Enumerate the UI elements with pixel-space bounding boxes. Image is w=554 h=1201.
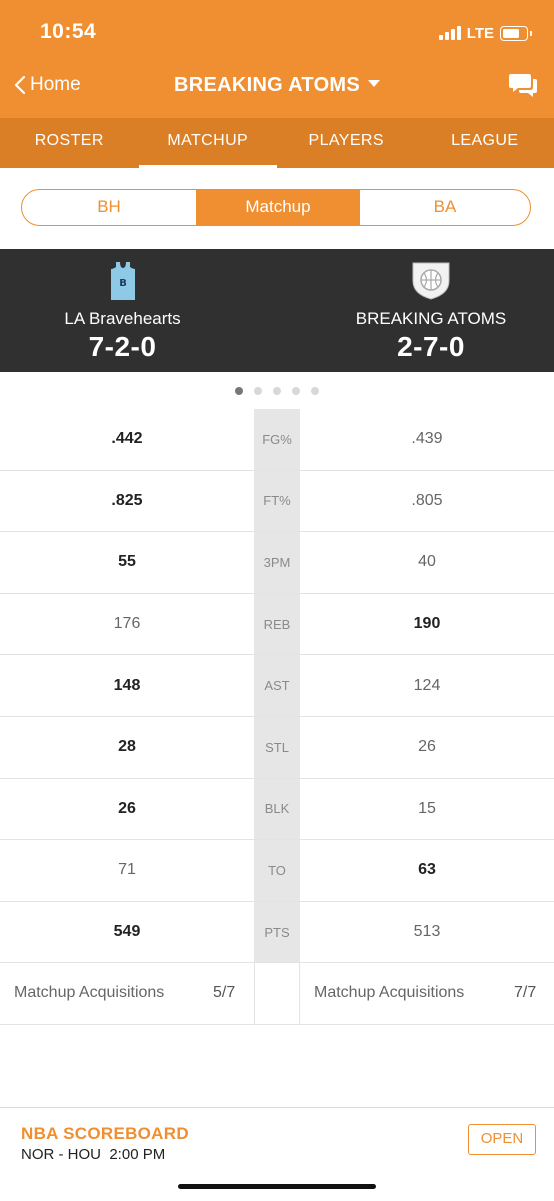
stat-row-3pm: 55 3PM 40 — [0, 532, 554, 594]
left-team-name: LA Bravehearts — [0, 309, 245, 329]
left-team-record: 7-2-0 — [0, 331, 245, 363]
right-stat-value: 40 — [300, 532, 554, 593]
team-banner: B LA Bravehearts 7-2-0 BREAKING ATOMS 2-… — [0, 249, 554, 372]
tab-league[interactable]: LEAGUE — [416, 118, 554, 168]
stat-row-ast: 148 AST 124 — [0, 655, 554, 717]
nav-bar: Home BREAKING ATOMS — [0, 64, 554, 118]
jersey-logo-icon: B — [109, 261, 137, 301]
acquisitions-divider — [254, 963, 300, 1024]
left-stat-value: 148 — [0, 655, 254, 716]
right-stat-value: 26 — [300, 717, 554, 778]
stat-category: PTS — [254, 902, 300, 963]
game-teams: NOR - HOU — [21, 1146, 101, 1163]
right-stat-value: .805 — [300, 471, 554, 532]
right-stat-value: 124 — [300, 655, 554, 716]
tab-players[interactable]: PLAYERS — [277, 118, 416, 168]
left-stat-value: 176 — [0, 594, 254, 655]
scoreboard-title: NBA SCOREBOARD — [21, 1124, 189, 1144]
left-acquisitions-label: Matchup Acquisitions — [14, 984, 164, 1002]
home-indicator[interactable] — [178, 1184, 376, 1189]
left-stat-value: 55 — [0, 532, 254, 593]
segment-right-team[interactable]: BA — [359, 190, 530, 225]
right-team-name: BREAKING ATOMS — [277, 309, 554, 329]
stat-row-pts: 549 PTS 513 — [0, 902, 554, 964]
chat-icon[interactable] — [508, 72, 538, 100]
stat-row-reb: 176 REB 190 — [0, 594, 554, 656]
right-acquisitions-label: Matchup Acquisitions — [314, 984, 464, 1002]
segment-matchup[interactable]: Matchup — [197, 190, 359, 225]
right-stat-value: 190 — [300, 594, 554, 655]
shield-basketball-logo-icon — [410, 261, 452, 301]
tab-matchup[interactable]: MATCHUP — [139, 118, 278, 168]
page-dot[interactable] — [311, 387, 319, 395]
page-dot[interactable] — [273, 387, 281, 395]
jersey-letter: B — [119, 278, 127, 289]
game-time: 2:00 PM — [109, 1146, 165, 1163]
tab-roster[interactable]: ROSTER — [0, 118, 139, 168]
left-acquisitions-value: 5/7 — [213, 984, 235, 1002]
page-dot[interactable] — [235, 387, 243, 395]
left-stat-value: 28 — [0, 717, 254, 778]
left-stat-value: .442 — [0, 409, 254, 470]
stat-category: BLK — [254, 779, 300, 840]
signal-icon — [439, 26, 461, 40]
status-indicators: LTE — [439, 22, 528, 44]
stats-table: .442 FG% .439 .825 FT% .805 55 3PM 40 17… — [0, 409, 554, 1025]
left-stat-value: 549 — [0, 902, 254, 963]
team-selector[interactable]: BREAKING ATOMS — [0, 74, 554, 97]
right-stat-value: 63 — [300, 840, 554, 901]
stat-category: REB — [254, 594, 300, 655]
page-dot[interactable] — [254, 387, 262, 395]
left-stat-value: 26 — [0, 779, 254, 840]
scoreboard-game: NOR - HOU 2:00 PM — [21, 1146, 165, 1163]
status-bar: 10:54 LTE — [0, 0, 554, 64]
page-dot[interactable] — [292, 387, 300, 395]
stat-category: 3PM — [254, 532, 300, 593]
stat-row-to: 71 TO 63 — [0, 840, 554, 902]
team-title: BREAKING ATOMS — [174, 74, 360, 96]
app-header: 10:54 LTE Home BREAKING ATOMS ROSTER MAT… — [0, 0, 554, 168]
open-button[interactable]: OPEN — [468, 1124, 536, 1155]
right-team[interactable]: BREAKING ATOMS 2-7-0 — [277, 249, 554, 372]
stat-row-stl: 28 STL 26 — [0, 717, 554, 779]
right-team-record: 2-7-0 — [277, 331, 554, 363]
segment-left-team[interactable]: BH — [22, 190, 197, 225]
stat-category: TO — [254, 840, 300, 901]
right-stat-value: 513 — [300, 902, 554, 963]
right-acquisitions-value: 7/7 — [514, 984, 536, 1002]
status-time: 10:54 — [40, 20, 96, 44]
stat-category: STL — [254, 717, 300, 778]
tab-bar: ROSTER MATCHUP PLAYERS LEAGUE — [0, 118, 554, 168]
stat-category: FG% — [254, 409, 300, 470]
stat-row-blk: 26 BLK 15 — [0, 779, 554, 841]
caret-down-icon — [368, 80, 380, 87]
right-stat-value: 15 — [300, 779, 554, 840]
left-stat-value: 71 — [0, 840, 254, 901]
acquisitions-row: Matchup Acquisitions 5/7 Matchup Acquisi… — [0, 963, 554, 1025]
network-label: LTE — [467, 25, 494, 42]
stat-row-fg: .442 FG% .439 — [0, 409, 554, 471]
page-indicator — [235, 387, 319, 395]
stat-row-ft: .825 FT% .805 — [0, 471, 554, 533]
stat-category: FT% — [254, 471, 300, 532]
left-team[interactable]: B LA Bravehearts 7-2-0 — [0, 249, 245, 372]
battery-icon — [500, 26, 528, 41]
matchup-segmented-control: BH Matchup BA — [21, 189, 531, 226]
right-stat-value: .439 — [300, 409, 554, 470]
left-stat-value: .825 — [0, 471, 254, 532]
stat-category: AST — [254, 655, 300, 716]
